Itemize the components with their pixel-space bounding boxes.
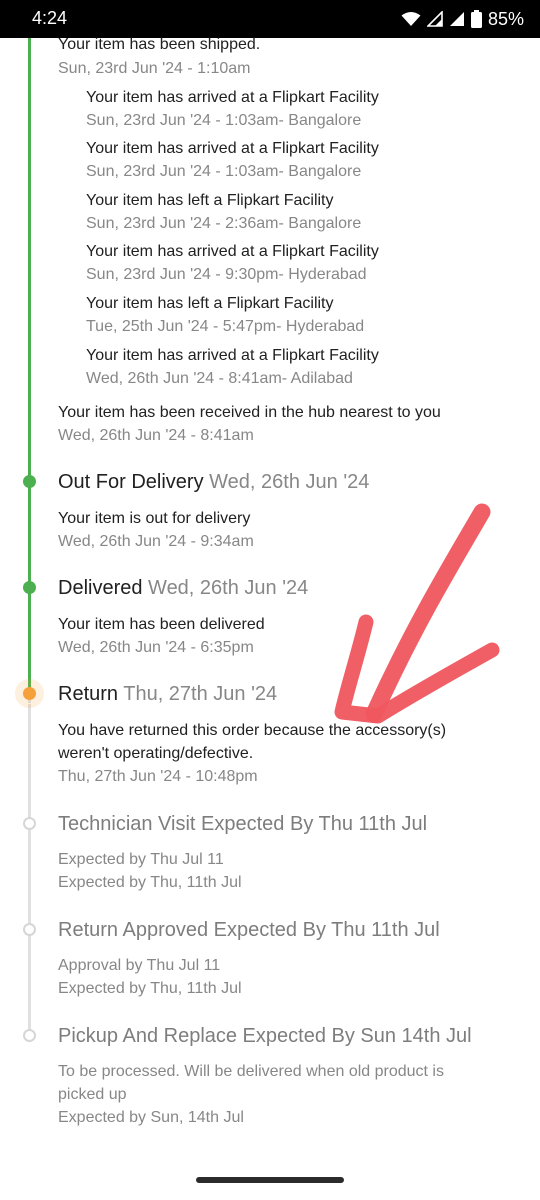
hub-event: Your item has been received in the hub n… <box>58 404 441 421</box>
out-for-delivery-dot <box>23 475 36 488</box>
hub-time: Wed, 26th Jun '24 - 8:41am <box>58 427 254 444</box>
technician-visit-expected: Expected by Thu Jul 11 <box>58 851 224 868</box>
return-stage: Return Thu, 27th Jun '24 <box>58 683 277 706</box>
stage-date: Wed, 26th Jun '24 <box>148 577 309 599</box>
return-approved-expected: Expected by Thu, 11th Jul <box>58 980 242 997</box>
out-for-delivery-time: Wed, 26th Jun '24 - 9:34am <box>58 533 254 550</box>
delivered-stage: Delivered Wed, 26th Jun '24 <box>58 577 308 600</box>
pickup-replace-expected: Expected by Sun, 14th Jul <box>58 1109 244 1126</box>
stage-label: Delivered <box>58 577 143 599</box>
technician-visit-dot <box>23 817 36 830</box>
out-for-delivery-event: Your item is out for delivery <box>58 510 251 527</box>
timeline-line-pending <box>28 704 31 1036</box>
status-bar: 4:24 85% <box>0 0 540 38</box>
hop-time: Sun, 23rd Jun '24 - 9:30pm- Hyderabad <box>86 266 367 283</box>
return-time: Thu, 27th Jun '24 - 10:48pm <box>58 768 258 785</box>
hop-event: Your item has arrived at a Flipkart Faci… <box>86 347 379 364</box>
signal-icon-secondary <box>449 11 465 27</box>
hop-time: Sun, 23rd Jun '24 - 1:03am- Bangalore <box>86 112 362 129</box>
pickup-replace-stage: Pickup And Replace Expected By Sun 14th … <box>58 1025 472 1047</box>
pickup-replace-note: To be processed. Will be delivered when … <box>58 1063 444 1080</box>
annotation-arrow <box>334 503 500 724</box>
battery-icon <box>470 10 482 28</box>
signal-icon <box>426 11 443 27</box>
wifi-icon <box>401 11 421 27</box>
hop-event: Your item has arrived at a Flipkart Faci… <box>86 140 379 157</box>
delivered-time: Wed, 26th Jun '24 - 6:35pm <box>58 639 254 656</box>
hop-time: Tue, 25th Jun '24 - 5:47pm- Hyderabad <box>86 318 365 335</box>
battery-percent: 85% <box>487 8 524 29</box>
delivered-event: Your item has been delivered <box>58 616 265 633</box>
hop-event: Your item has left a Flipkart Facility <box>86 192 334 209</box>
hop-event: Your item has arrived at a Flipkart Faci… <box>86 89 379 106</box>
timeline-line-completed <box>28 38 31 693</box>
delivered-dot <box>23 581 36 594</box>
gesture-navigation-bar[interactable] <box>196 1177 344 1183</box>
hop-event: Your item has arrived at a Flipkart Faci… <box>86 243 379 260</box>
return-approved-expected: Approval by Thu Jul 11 <box>58 957 221 974</box>
return-approved-stage: Return Approved Expected By Thu 11th Jul <box>58 919 440 941</box>
return-event-line: weren't operating/defective. <box>58 745 254 762</box>
hop-event: Your item has left a Flipkart Facility <box>86 295 334 312</box>
status-icons: 85% <box>401 8 524 30</box>
status-time: 4:24 <box>32 8 68 28</box>
shipped-time: Sun, 23rd Jun '24 - 1:10am <box>58 60 251 77</box>
pickup-replace-dot <box>23 1029 36 1042</box>
hop-time: Sun, 23rd Jun '24 - 2:36am- Bangalore <box>86 215 362 232</box>
technician-visit-expected: Expected by Thu, 11th Jul <box>58 874 242 891</box>
hop-time: Sun, 23rd Jun '24 - 1:03am- Bangalore <box>86 163 362 180</box>
shipped-event: Your item has been shipped. <box>58 36 261 53</box>
stage-label: Out For Delivery <box>58 471 204 493</box>
pickup-replace-note: picked up <box>58 1086 127 1103</box>
stage-date: Thu, 27th Jun '24 <box>123 683 278 705</box>
technician-visit-stage: Technician Visit Expected By Thu 11th Ju… <box>58 813 428 835</box>
stage-label: Return <box>58 683 119 705</box>
return-approved-dot <box>23 923 36 936</box>
return-dot <box>23 687 36 700</box>
hop-time: Wed, 26th Jun '24 - 8:41am- Adilabad <box>86 370 353 387</box>
